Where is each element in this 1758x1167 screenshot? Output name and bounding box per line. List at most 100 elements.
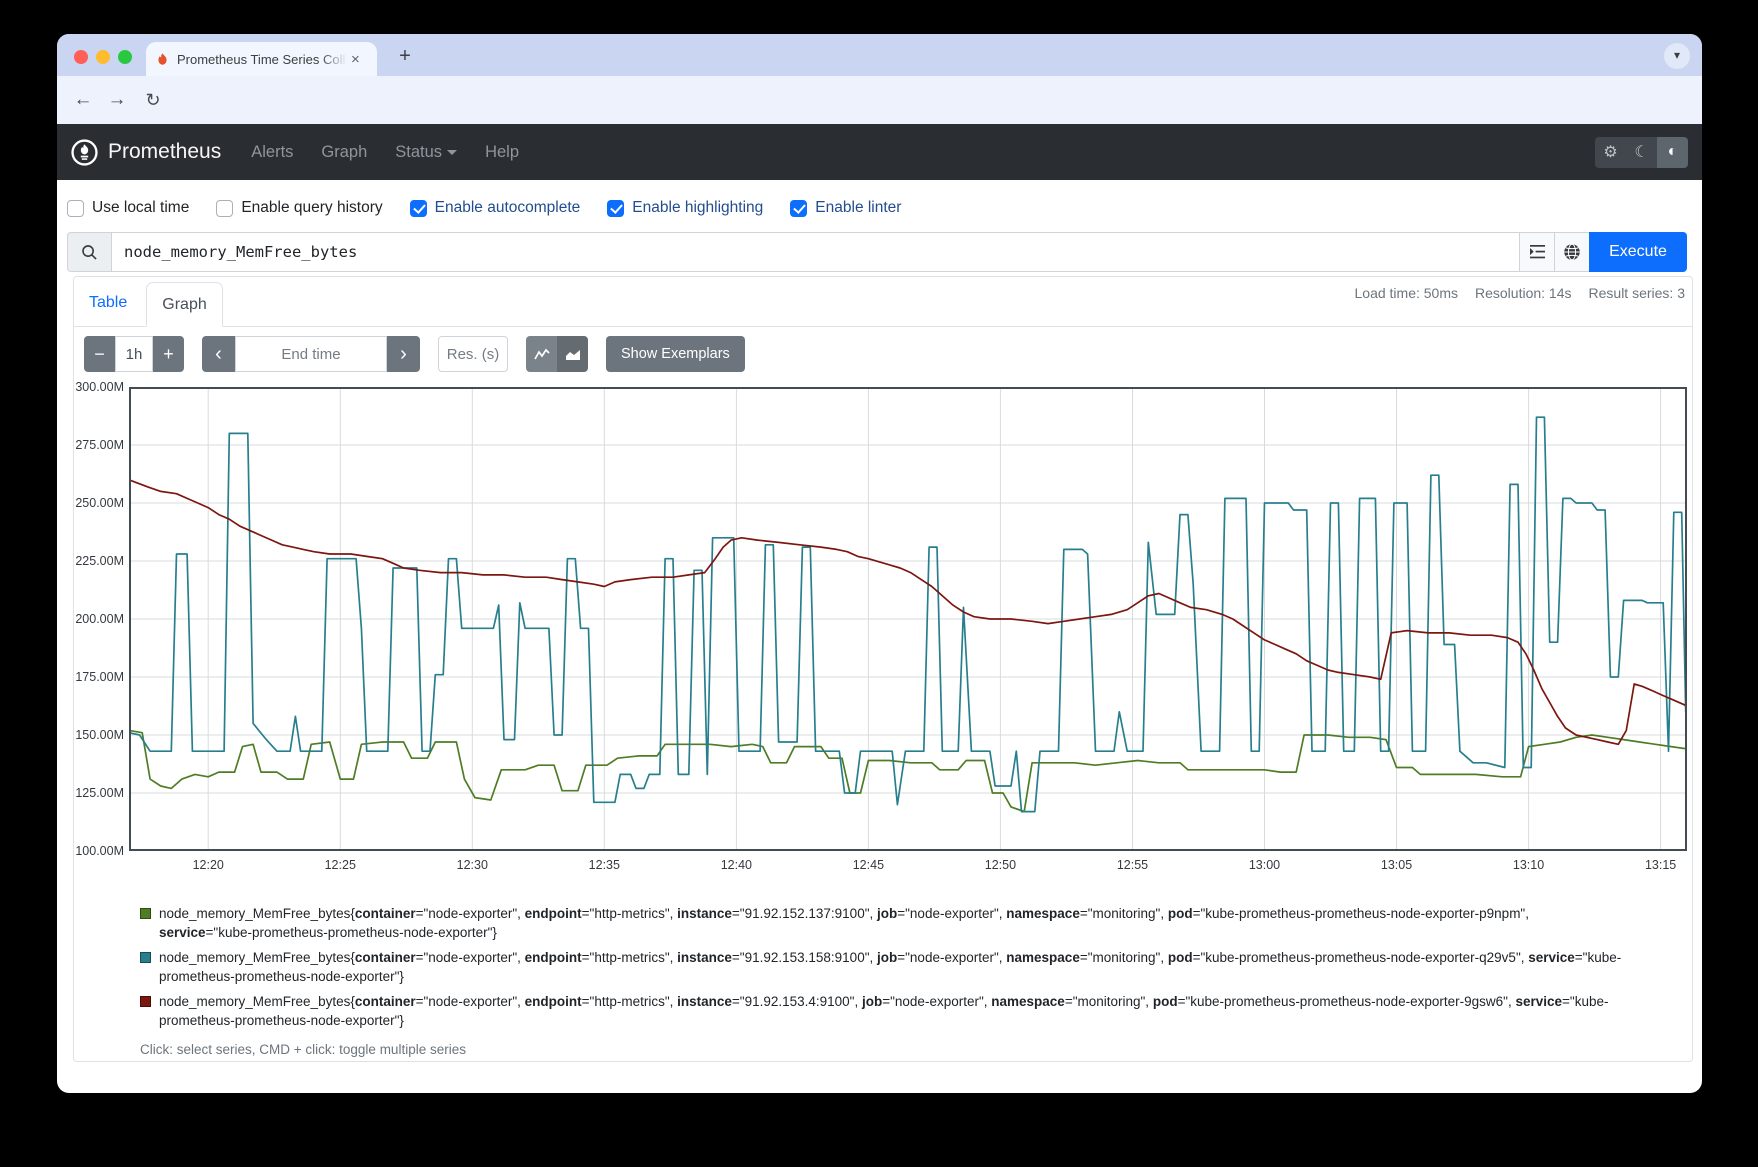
x-tick-label: 12:20	[176, 858, 240, 872]
y-tick-label: 125.00M	[74, 786, 124, 800]
checkbox-label[interactable]: Enable highlighting	[632, 199, 763, 217]
browser-tab[interactable]: Prometheus Time Series Colle ×	[146, 42, 377, 76]
new-tab-button[interactable]: +	[391, 43, 419, 71]
search-addon	[67, 232, 111, 272]
settings-row: Use local time Enable query history Enab…	[67, 197, 901, 219]
result-series: Result series: 3	[1589, 285, 1685, 301]
x-tick-label: 12:35	[572, 858, 636, 872]
legend-entry[interactable]: node_memory_MemFree_bytes{container="nod…	[140, 904, 1625, 942]
prometheus-navbar: Prometheus Alerts Graph Status Help ⚙ ☾ …	[57, 124, 1702, 180]
chart-plot-area[interactable]	[129, 387, 1687, 851]
x-tick-label: 12:50	[968, 858, 1032, 872]
range-increase-button[interactable]: +	[153, 336, 184, 372]
metrics-explorer-globe-icon	[1563, 243, 1581, 261]
time-forward-button[interactable]: ›	[387, 336, 420, 372]
legend-color-swatch	[140, 996, 151, 1007]
checkbox-enable-autocomplete[interactable]: Enable autocomplete	[410, 199, 581, 217]
tabs-divider	[74, 326, 1692, 327]
y-tick-label: 100.00M	[74, 844, 124, 858]
traffic-light-zoom[interactable]	[118, 50, 132, 64]
browser-toolbar: ← → ↻ i localhost:9090/graph?g0.expr=nod…	[57, 76, 1702, 124]
series-91.92.152.137:9100[interactable]	[129, 730, 1687, 811]
reload-icon[interactable]: ↻	[139, 86, 167, 114]
chart-legend: node_memory_MemFree_bytes{container="nod…	[140, 904, 1625, 1059]
tab-title: Prometheus Time Series Colle	[177, 52, 347, 67]
query-row: Execute	[67, 232, 1687, 272]
time-back-button[interactable]: ‹	[202, 336, 235, 372]
dark-theme-moon-icon[interactable]: ☾	[1626, 137, 1657, 168]
checkbox-label[interactable]: Enable query history	[241, 199, 382, 217]
nav-link-graph[interactable]: Graph	[321, 143, 367, 162]
checkbox-icon[interactable]	[607, 200, 624, 217]
checkbox-label[interactable]: Use local time	[92, 199, 189, 217]
x-tick-label: 12:30	[440, 858, 504, 872]
checkbox-enable-highlighting[interactable]: Enable highlighting	[607, 199, 763, 217]
legend-entry[interactable]: node_memory_MemFree_bytes{container="nod…	[140, 992, 1625, 1030]
series-91.92.153.4:9100[interactable]	[129, 480, 1687, 745]
load-time: Load time: 50ms	[1355, 285, 1459, 301]
checkbox-icon[interactable]	[790, 200, 807, 217]
legend-entry[interactable]: node_memory_MemFree_bytes{container="nod…	[140, 948, 1625, 986]
prometheus-logo[interactable]	[71, 139, 98, 166]
settings-gear-icon[interactable]: ⚙	[1595, 137, 1626, 168]
tab-strip: Prometheus Time Series Colle × + ▾	[57, 34, 1702, 76]
stacked-chart-icon	[565, 348, 581, 361]
resolution-input[interactable]	[438, 336, 508, 372]
checkbox-label[interactable]: Enable autocomplete	[435, 199, 581, 217]
graph-toolbar: − + ‹ ›	[84, 336, 745, 372]
query-expression-input[interactable]	[111, 232, 1519, 272]
show-exemplars-button[interactable]: Show Exemplars	[606, 336, 745, 372]
traffic-light-minimize[interactable]	[96, 50, 110, 64]
y-tick-label: 200.00M	[74, 612, 124, 626]
auto-theme-contrast-icon[interactable]: ◐	[1657, 137, 1688, 168]
x-tick-label: 12:45	[836, 858, 900, 872]
checkbox-enable-linter[interactable]: Enable linter	[790, 199, 901, 217]
y-tick-label: 275.00M	[74, 438, 124, 452]
x-tick-label: 13:05	[1365, 858, 1429, 872]
tab-graph[interactable]: Graph	[146, 282, 223, 327]
nav-link-alerts[interactable]: Alerts	[251, 143, 293, 162]
metrics-explorer-button[interactable]	[1554, 232, 1589, 272]
forward-icon[interactable]: →	[103, 86, 131, 114]
query-stats: Load time: 50ms Resolution: 14s Result s…	[1355, 285, 1686, 301]
tab-close-icon[interactable]: ×	[351, 52, 360, 67]
checkbox-label[interactable]: Enable linter	[815, 199, 901, 217]
legend-series-label[interactable]: node_memory_MemFree_bytes{container="nod…	[159, 950, 1621, 984]
x-tick-label: 12:55	[1100, 858, 1164, 872]
y-tick-label: 225.00M	[74, 554, 124, 568]
end-time-input[interactable]	[235, 336, 387, 372]
traffic-light-close[interactable]	[74, 50, 88, 64]
stacked-chart-toggle[interactable]	[557, 336, 588, 372]
execute-button[interactable]: Execute	[1589, 232, 1687, 272]
legend-color-swatch	[140, 952, 151, 963]
series-91.92.153.158:9100[interactable]	[129, 417, 1687, 811]
checkbox-use-local-time[interactable]: Use local time	[67, 199, 189, 217]
y-tick-label: 250.00M	[74, 496, 124, 510]
checkbox-enable-query-history[interactable]: Enable query history	[216, 199, 382, 217]
line-chart-toggle[interactable]	[526, 336, 557, 372]
legend-color-swatch	[140, 908, 151, 919]
legend-hint: Click: select series, CMD + click: toggl…	[140, 1040, 1625, 1059]
y-tick-label: 175.00M	[74, 670, 124, 684]
screen: Prometheus Time Series Colle × + ▾ ← → ↻…	[0, 0, 1758, 1167]
x-tick-label: 13:10	[1497, 858, 1561, 872]
checkbox-icon[interactable]	[67, 200, 84, 217]
format-expression-button[interactable]	[1519, 232, 1554, 272]
chevron-down-icon	[447, 150, 457, 155]
checkbox-icon[interactable]	[216, 200, 233, 217]
legend-series-label[interactable]: node_memory_MemFree_bytes{container="nod…	[159, 906, 1529, 940]
brand-title[interactable]: Prometheus	[108, 140, 221, 164]
nav-link-help[interactable]: Help	[485, 143, 519, 162]
x-tick-label: 13:15	[1629, 858, 1693, 872]
tab-search-chevron-icon[interactable]: ▾	[1664, 43, 1690, 69]
checkbox-icon[interactable]	[410, 200, 427, 217]
format-indent-icon	[1529, 245, 1546, 260]
legend-series-label[interactable]: node_memory_MemFree_bytes{container="nod…	[159, 994, 1608, 1028]
nav-link-status[interactable]: Status	[395, 143, 457, 162]
back-icon[interactable]: ←	[69, 86, 97, 114]
search-icon	[81, 244, 98, 261]
range-input[interactable]	[115, 336, 153, 372]
browser-window: Prometheus Time Series Colle × + ▾ ← → ↻…	[57, 34, 1702, 1093]
range-decrease-button[interactable]: −	[84, 336, 115, 372]
tab-table[interactable]: Table	[89, 294, 127, 312]
